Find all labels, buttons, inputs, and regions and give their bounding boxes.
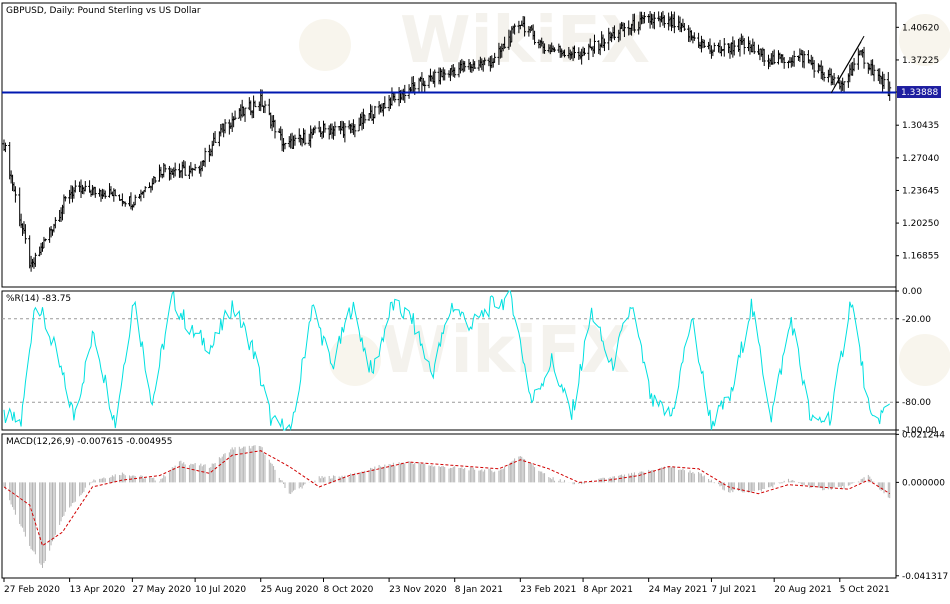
price-bar — [120, 193, 124, 207]
chart-root: WikiFX WikiFX 1.40620 1.37225 1.30435 1.27040… — [0, 0, 950, 600]
price-y-tick-label: 1.40620 — [902, 23, 939, 33]
x-tick-label: 5 Oct 2021 — [840, 585, 890, 595]
price-bar — [123, 201, 127, 207]
channel-line — [833, 35, 865, 88]
x-tick-label: 13 Apr 2020 — [70, 585, 126, 595]
x-tick-label: 8 Jan 2021 — [455, 585, 503, 595]
macd-y-tick-label: 0.000000 — [902, 478, 945, 488]
x-axis: 27 Feb 2020 13 Apr 2020 27 May 2020 10 Jul … — [3, 578, 890, 595]
macd-histogram — [3, 445, 891, 568]
watermark-text: WikiFX — [380, 314, 630, 388]
price-y-tick-label: 1.16855 — [902, 252, 939, 262]
x-tick-label: 10 Jul 2020 — [195, 585, 246, 595]
price-bar — [722, 37, 726, 57]
chart-svg: WikiFX WikiFX 1.40620 1.37225 1.30435 1.27040… — [1, 2, 950, 595]
watermark-logo-icon — [899, 334, 950, 386]
x-tick-label: 24 May 2021 — [649, 585, 708, 595]
watermark-logo-icon — [329, 334, 381, 386]
macd-y-tick-label: 0.021244 — [902, 430, 945, 440]
price-y-tick-label: 1.30435 — [902, 121, 939, 131]
x-tick-label: 27 May 2020 — [132, 585, 191, 595]
price-y-tick-label: 1.37225 — [902, 56, 939, 66]
x-tick-label: 20 Aug 2021 — [774, 585, 832, 595]
price-bar — [73, 180, 77, 193]
wr-y-tick-label: -20.00 — [902, 315, 931, 325]
x-tick-label: 8 Oct 2020 — [323, 585, 373, 595]
watermark-logo-icon — [299, 19, 351, 71]
price-bar — [83, 181, 87, 192]
price-bar — [193, 163, 197, 171]
price-y-tick-label: 1.20250 — [902, 219, 939, 229]
macd-label: MACD(12,26,9) -0.007615 -0.004955 — [6, 437, 172, 447]
watermark-text: WikiFX — [400, 4, 650, 78]
chart-title: GBPUSD, Daily: Pound Sterling vs US Doll… — [6, 6, 201, 16]
x-tick-label: 23 Nov 2020 — [389, 585, 447, 595]
current-price-label: 1.33888 — [901, 88, 938, 98]
x-tick-label: 23 Feb 2021 — [520, 585, 576, 595]
panel-macd-frame — [1, 433, 897, 579]
price-bar — [742, 38, 746, 55]
macd-panel: 0.021244 0.000000 -0.041317 MACD(12,26,9) -… — [3, 430, 948, 582]
wr-y-tick-label: 0.00 — [902, 287, 922, 297]
macd-signal-line — [3, 450, 890, 547]
wr-y-tick-label: -80.00 — [902, 398, 931, 408]
x-tick-label: 25 Aug 2020 — [261, 585, 319, 595]
x-tick-label: 7 Jul 2021 — [711, 585, 756, 595]
x-tick-label: 27 Feb 2020 — [4, 585, 60, 595]
price-y-tick-label: 1.23645 — [902, 186, 939, 196]
watermark-group: WikiFX WikiFX — [299, 4, 950, 388]
price-y-tick-label: 1.27040 — [902, 154, 939, 164]
wr-label: %R(14) -83.75 — [6, 294, 71, 304]
macd-y-tick-label: -0.041317 — [902, 572, 948, 582]
x-tick-label: 8 Apr 2021 — [583, 585, 633, 595]
